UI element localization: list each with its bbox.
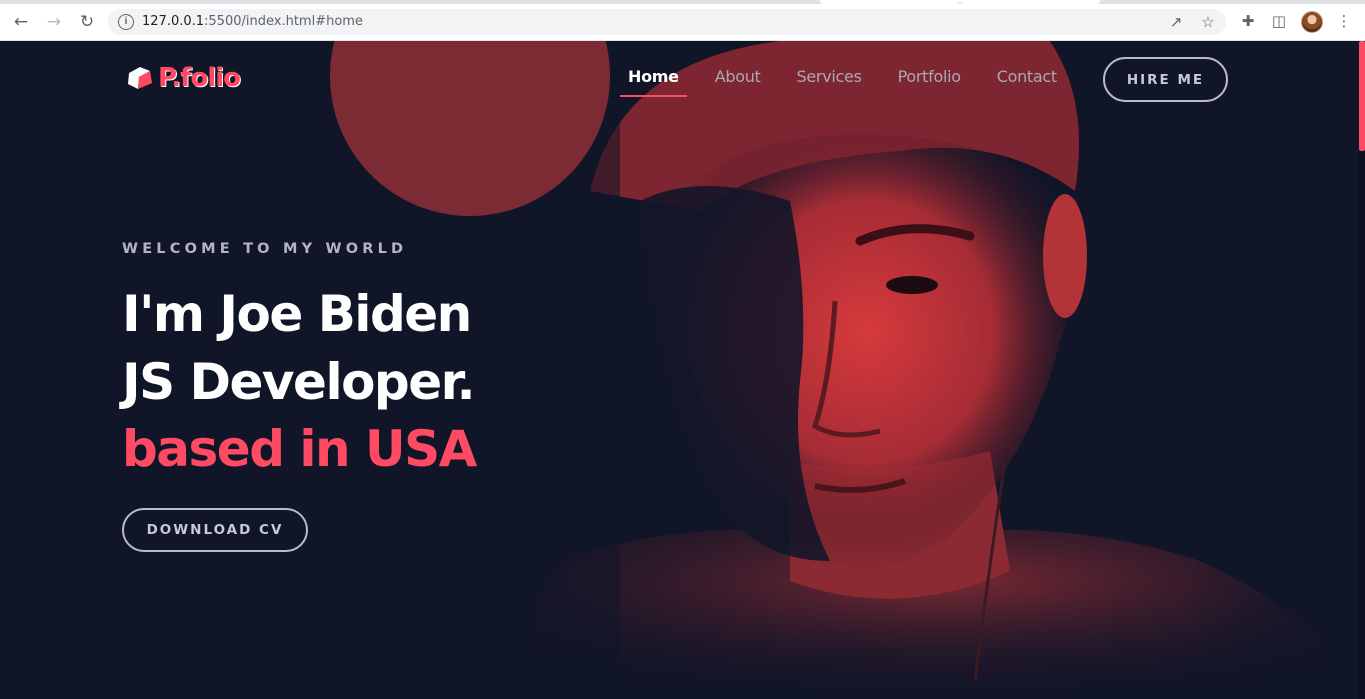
nav-item-home[interactable]: Home xyxy=(620,67,687,97)
address-bar[interactable]: i 127.0.0.1:5500/index.html#home ↗ ☆ xyxy=(108,9,1226,35)
star-icon[interactable]: ☆ xyxy=(1199,13,1217,31)
nav-item-about[interactable]: About xyxy=(707,67,769,97)
browser-toolbar: ← → ↻ i 127.0.0.1:5500/index.html#home ↗… xyxy=(0,0,1365,41)
main-nav: Home About Services Portfolio Contact xyxy=(620,67,1085,97)
puzzle-icon[interactable]: ✚ xyxy=(1238,11,1258,31)
hero-headline-role: JS Developer. xyxy=(122,353,476,411)
ear-shape xyxy=(1043,194,1087,318)
tab-strip-edge xyxy=(0,0,1365,4)
arrow-right-icon[interactable]: → xyxy=(42,10,66,34)
download-cv-button[interactable]: DOWNLOAD CV xyxy=(122,508,308,552)
scrollbar-thumb[interactable] xyxy=(1359,41,1365,151)
hero-welcome-text: WELCOME TO MY WORLD xyxy=(122,241,408,257)
url-path: :5500/index.html#home xyxy=(204,14,363,29)
hire-me-button[interactable]: HIRE ME xyxy=(1103,57,1228,102)
eye xyxy=(886,276,938,294)
url-host: 127.0.0.1 xyxy=(142,14,205,29)
tab-edge xyxy=(960,0,1100,4)
arrow-left-icon[interactable]: ← xyxy=(9,10,33,34)
site-logo[interactable]: P.folio xyxy=(126,63,241,93)
tab-edge xyxy=(820,0,960,4)
side-panel-icon[interactable]: ◫ xyxy=(1269,11,1289,31)
hero-headline-location: based in USA xyxy=(122,420,477,478)
page-scrollbar[interactable] xyxy=(1359,41,1365,699)
avatar[interactable] xyxy=(1301,11,1323,33)
page-viewport: P.folio Home About Services Portfolio Co… xyxy=(0,41,1365,699)
share-icon[interactable]: ↗ xyxy=(1167,13,1185,31)
nav-item-contact[interactable]: Contact xyxy=(989,67,1065,97)
nav-item-portfolio[interactable]: Portfolio xyxy=(890,67,969,97)
reload-icon[interactable]: ↻ xyxy=(75,10,99,34)
nav-item-services[interactable]: Services xyxy=(789,67,870,97)
right-fade xyxy=(1180,41,1365,699)
logo-text: P.folio xyxy=(158,63,241,93)
url-text[interactable]: 127.0.0.1:5500/index.html#home xyxy=(142,14,363,29)
logo-cube-icon xyxy=(128,67,152,89)
info-icon[interactable]: i xyxy=(118,14,134,30)
hero-headline-name: I'm Joe Biden xyxy=(122,285,472,343)
kebab-menu-icon[interactable]: ⋮ xyxy=(1334,11,1354,31)
